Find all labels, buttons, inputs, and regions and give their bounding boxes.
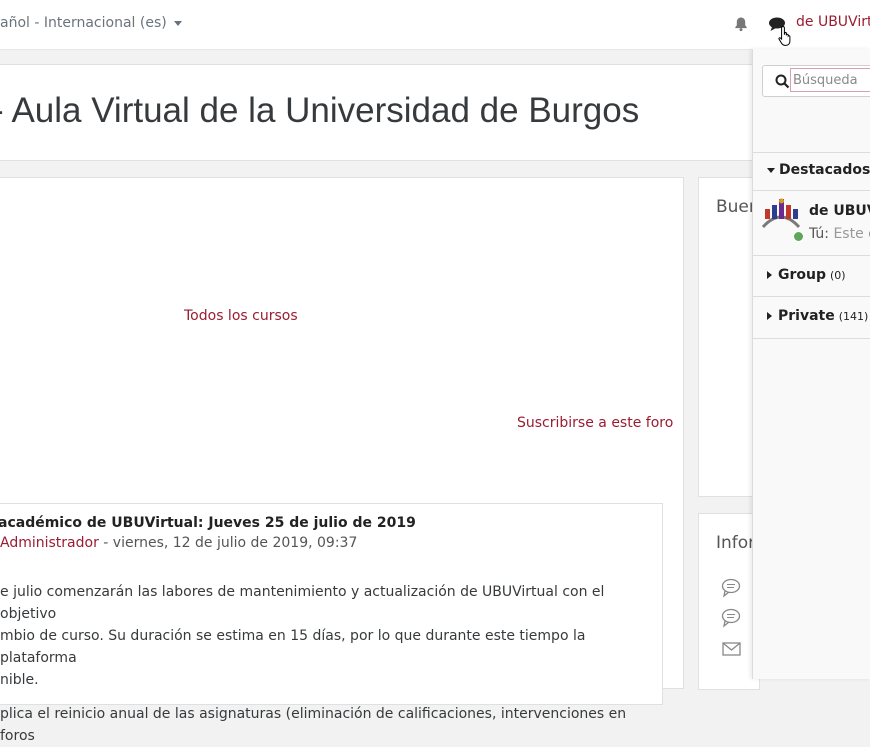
envelope-icon[interactable] xyxy=(721,638,743,662)
post-body: e julio comenzarán las labores de manten… xyxy=(0,581,640,747)
language-menu[interactable]: añol - Internacional (es) xyxy=(0,15,182,31)
forum-icon[interactable] xyxy=(721,608,743,632)
search-icon xyxy=(775,74,790,93)
divider xyxy=(753,296,870,297)
post-paragraph: e julio comenzarán las labores de manten… xyxy=(0,584,605,622)
section-private[interactable]: Private (141) xyxy=(767,308,868,324)
post-paragraph: plica el reinicio anual de las asignatur… xyxy=(0,706,627,744)
section-starred[interactable]: Destacados (1 xyxy=(767,162,870,178)
post-paragraph: nible. xyxy=(0,672,39,688)
user-menu[interactable]: de UBUVirt xyxy=(796,14,870,30)
post-subject[interactable]: académico de UBUVirtual: Jueves 25 de ju… xyxy=(0,515,416,531)
preview-sender: Tú: xyxy=(809,226,830,242)
caret-right-icon xyxy=(767,312,772,320)
conversation-preview: Tú: Este e xyxy=(809,226,870,242)
section-group[interactable]: Group (0) xyxy=(767,267,846,283)
welcome-block: Buen xyxy=(698,177,760,497)
section-count: (0) xyxy=(830,268,846,282)
all-courses-link[interactable]: Todos los cursos xyxy=(184,308,298,324)
section-label: Destacados xyxy=(779,162,870,178)
forum-icon[interactable] xyxy=(721,578,743,602)
conversation-name: de UBUV xyxy=(809,203,870,219)
caret-down-icon xyxy=(767,167,775,173)
page-header: - Aula Virtual de la Universidad de Burg… xyxy=(0,64,752,161)
post-meta: Administrador - viernes, 12 de julio de … xyxy=(0,535,357,551)
divider xyxy=(753,255,870,256)
bell-icon[interactable] xyxy=(733,16,749,36)
language-label: añol - Internacional (es) xyxy=(0,15,167,31)
subscribe-forum-link[interactable]: Suscribirse a este foro xyxy=(517,415,673,431)
section-label: Group xyxy=(778,267,827,283)
info-block: Inforn xyxy=(698,513,766,690)
messaging-drawer: Destacados (1 de UBUV Tú: Este e Group (… xyxy=(752,49,870,679)
divider xyxy=(753,152,870,153)
search-input[interactable] xyxy=(790,68,870,92)
section-count: (141) xyxy=(838,309,869,323)
post-paragraph: mbio de curso. Su duración se estima en … xyxy=(0,628,586,666)
hand-cursor-icon xyxy=(778,25,795,51)
caret-down-icon xyxy=(173,20,182,26)
main-content: Todos los cursos Suscribirse a este foro… xyxy=(0,177,684,744)
post-author-link[interactable]: Administrador xyxy=(0,535,99,551)
online-status-indicator xyxy=(793,231,804,242)
caret-right-icon xyxy=(767,271,772,279)
divider xyxy=(753,338,870,339)
post-date: - viernes, 12 de julio de 2019, 09:37 xyxy=(98,535,358,551)
preview-text: Este e xyxy=(833,226,870,242)
search-box xyxy=(762,65,870,97)
forum-post: académico de UBUVirtual: Jueves 25 de ju… xyxy=(0,503,663,744)
page-title: - Aula Virtual de la Universidad de Burg… xyxy=(0,91,640,130)
section-label: Private xyxy=(778,308,835,324)
divider xyxy=(753,190,870,191)
top-navbar: añol - Internacional (es) de UBUVirt xyxy=(0,0,870,50)
